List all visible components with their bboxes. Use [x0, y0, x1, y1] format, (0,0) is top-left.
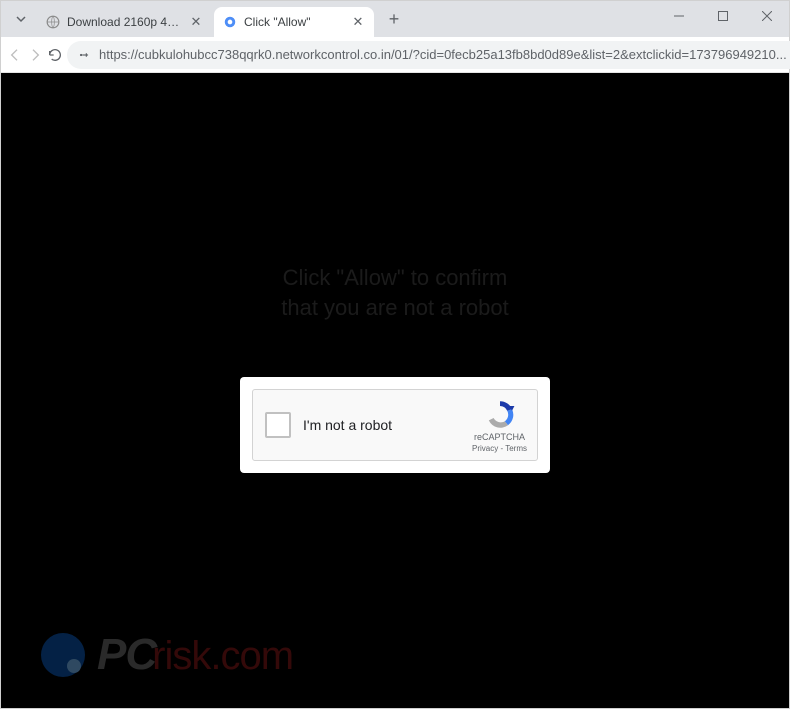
- watermark-text: PCrisk.com: [97, 630, 293, 680]
- recaptcha-brand-text: reCAPTCHA: [474, 432, 525, 442]
- page-content: Click "Allow" to confirm that you are no…: [1, 73, 789, 708]
- browser-window: Download 2160p 4K YIFY Movi ✕ Click "All…: [0, 0, 790, 709]
- site-favicon: [222, 14, 238, 30]
- recaptcha-widget: I'm not a robot reCAPTCHA Privacy - Term…: [252, 389, 538, 461]
- maximize-button[interactable]: [701, 1, 745, 31]
- recaptcha-label: I'm not a robot: [303, 417, 472, 433]
- address-bar[interactable]: https://cubkulohubcc738qqrk0.networkcont…: [67, 41, 790, 69]
- recaptcha-links[interactable]: Privacy - Terms: [472, 444, 527, 453]
- reload-button[interactable]: [47, 41, 63, 69]
- tab-strip: Download 2160p 4K YIFY Movi ✕ Click "All…: [1, 1, 789, 37]
- forward-button[interactable]: [27, 41, 43, 69]
- tab-inactive[interactable]: Download 2160p 4K YIFY Movi ✕: [37, 7, 212, 37]
- prompt-text: Click "Allow" to confirm that you are no…: [281, 263, 509, 322]
- watermark-badge-icon: [41, 633, 85, 677]
- recaptcha-branding: reCAPTCHA Privacy - Terms: [472, 398, 527, 453]
- window-controls: [657, 1, 789, 37]
- minimize-button[interactable]: [657, 1, 701, 31]
- close-window-button[interactable]: [745, 1, 789, 31]
- minimize-icon: [674, 11, 684, 21]
- arrow-left-icon: [7, 47, 23, 63]
- prompt-line-2: that you are not a robot: [281, 295, 509, 320]
- prompt-line-1: Click "Allow" to confirm: [283, 265, 508, 290]
- tab-close-button[interactable]: ✕: [188, 14, 204, 30]
- watermark-accent: risk.com: [152, 634, 293, 678]
- chevron-down-icon: [15, 13, 27, 25]
- maximize-icon: [718, 11, 728, 21]
- captcha-card: I'm not a robot reCAPTCHA Privacy - Term…: [240, 377, 550, 473]
- tab-active[interactable]: Click "Allow" ✕: [214, 7, 374, 37]
- tab-close-button[interactable]: ✕: [350, 14, 366, 30]
- recaptcha-checkbox[interactable]: [265, 412, 291, 438]
- back-button[interactable]: [7, 41, 23, 69]
- tab-title: Download 2160p 4K YIFY Movi: [67, 15, 184, 29]
- tab-search-dropdown[interactable]: [9, 7, 33, 31]
- url-text: https://cubkulohubcc738qqrk0.networkcont…: [99, 47, 787, 62]
- watermark-main: PC: [97, 630, 156, 679]
- reload-icon: [47, 47, 63, 63]
- recaptcha-logo-icon: [484, 398, 516, 430]
- close-icon: [762, 11, 772, 21]
- tab-title: Click "Allow": [244, 15, 346, 29]
- watermark: PCrisk.com: [41, 630, 293, 680]
- new-tab-button[interactable]: +: [380, 5, 408, 33]
- site-info-icon[interactable]: [77, 48, 91, 62]
- globe-icon: [45, 14, 61, 30]
- toolbar: https://cubkulohubcc738qqrk0.networkcont…: [1, 37, 789, 73]
- arrow-right-icon: [27, 47, 43, 63]
